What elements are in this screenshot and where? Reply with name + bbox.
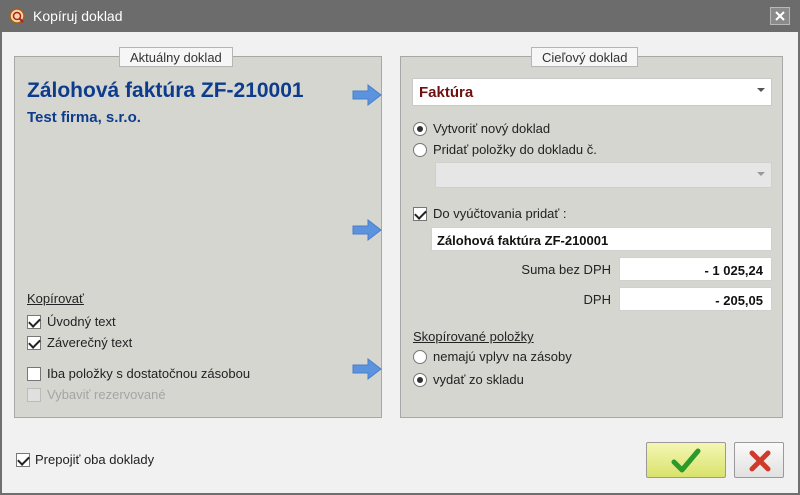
source-company-name: Test firma, s.r.o.: [27, 109, 141, 126]
dialog-window: Kopíruj doklad Aktuálny doklad Zálohová …: [0, 0, 800, 495]
add-to-document-radio[interactable]: [413, 143, 427, 157]
window-title: Kopíruj doklad: [33, 8, 123, 24]
link-both-documents-checkbox[interactable]: [16, 453, 30, 467]
chevron-down-icon: [757, 88, 765, 92]
issue-from-stock-radio[interactable]: [413, 373, 427, 387]
dialog-content: Aktuálny doklad Zálohová faktúra ZF-2100…: [2, 32, 798, 493]
current-document-panel: Aktuálny doklad Zálohová faktúra ZF-2100…: [14, 47, 382, 418]
checkmark-icon: [671, 448, 701, 473]
close-button[interactable]: [770, 7, 790, 25]
vat-label: DPH: [583, 292, 611, 307]
settle-reserved-label: Vybaviť rezervované: [47, 387, 166, 402]
add-to-settlement-label: Do vyúčtovania pridať :: [433, 206, 567, 221]
only-in-stock-label: Iba položky s dostatočnou zásobou: [47, 366, 251, 381]
chevron-down-icon: [757, 172, 765, 176]
copy-intro-text-checkbox[interactable]: [27, 315, 41, 329]
vat-value: - 205,05: [715, 293, 763, 308]
arrow-right-icon: [352, 84, 382, 106]
only-in-stock-checkbox[interactable]: [27, 367, 41, 381]
link-both-documents-label: Prepojiť oba doklady: [35, 452, 155, 467]
settlement-document-value: Zálohová faktúra ZF-210001: [437, 233, 609, 248]
copy-closing-text-checkbox[interactable]: [27, 336, 41, 350]
add-to-document-label: Pridať položky do dokladu č.: [433, 142, 597, 157]
target-document-number-select: [435, 162, 772, 188]
cancel-button[interactable]: [734, 442, 784, 478]
sum-without-vat-label: Suma bez DPH: [521, 262, 611, 277]
title-bar: Kopíruj doklad: [0, 0, 800, 32]
copied-items-label: Skopírované položky: [413, 329, 534, 344]
sum-without-vat-field: - 1 025,24: [619, 257, 772, 281]
cross-icon: [749, 450, 771, 472]
create-new-document-label: Vytvoriť nový doklad: [433, 121, 551, 136]
close-icon: [775, 11, 785, 21]
settle-reserved-checkbox: [27, 388, 41, 402]
vat-field: - 205,05: [619, 287, 772, 311]
settlement-document-field: Zálohová faktúra ZF-210001: [431, 227, 772, 251]
no-stock-effect-radio[interactable]: [413, 350, 427, 364]
no-stock-effect-label: nemajú vplyv na zásoby: [433, 349, 572, 364]
issue-from-stock-label: vydať zo skladu: [433, 372, 524, 387]
copy-intro-text-label: Úvodný text: [47, 314, 116, 329]
add-to-settlement-checkbox[interactable]: [413, 207, 427, 221]
confirm-button[interactable]: [646, 442, 726, 478]
target-document-tab: Cieľový doklad: [531, 47, 639, 67]
arrow-right-icon: [352, 358, 382, 380]
source-document-title: Zálohová faktúra ZF-210001: [27, 79, 304, 102]
current-document-tab: Aktuálny doklad: [119, 47, 233, 67]
create-new-document-radio[interactable]: [413, 122, 427, 136]
copy-section-label: Kopírovať: [27, 291, 84, 306]
sum-without-vat-value: - 1 025,24: [704, 263, 763, 278]
document-type-value: Faktúra: [419, 84, 474, 101]
copy-closing-text-label: Záverečný text: [47, 335, 133, 350]
arrow-right-icon: [352, 219, 382, 241]
target-document-panel: Cieľový doklad Faktúra Vytvoriť nový dok…: [400, 47, 783, 418]
app-logo-icon: [9, 8, 25, 24]
document-type-select[interactable]: Faktúra: [412, 78, 772, 106]
